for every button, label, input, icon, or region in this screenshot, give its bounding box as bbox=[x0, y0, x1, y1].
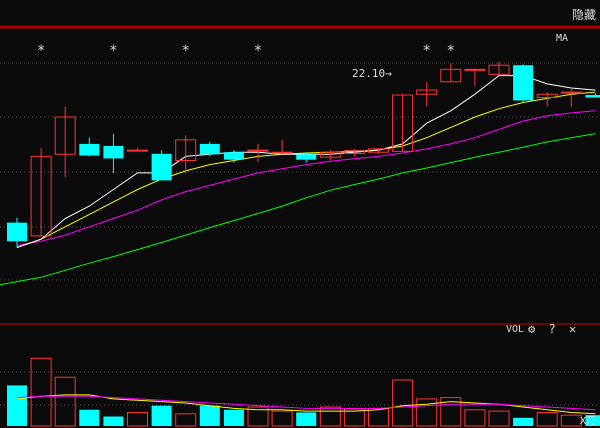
candle-body bbox=[7, 222, 27, 242]
volume-bar bbox=[488, 410, 510, 427]
volume-bar bbox=[319, 406, 341, 427]
candle bbox=[560, 88, 582, 107]
volume-bar bbox=[127, 411, 148, 427]
volume-bar bbox=[103, 416, 124, 426]
volume-bar bbox=[560, 414, 582, 427]
volume-bars bbox=[7, 357, 600, 427]
volume-bar bbox=[368, 407, 389, 427]
candlesticks bbox=[7, 61, 600, 248]
kline-chart[interactable]: * * * * * * bbox=[0, 0, 600, 428]
star-marker: * bbox=[109, 43, 117, 59]
vol-panel-controls: ⚙ ? ✕ bbox=[528, 322, 582, 336]
close-icon[interactable]: ✕ bbox=[569, 322, 576, 336]
candle bbox=[151, 150, 172, 181]
star-marker: * bbox=[254, 43, 262, 59]
ma-indicator-label[interactable]: MA bbox=[556, 33, 568, 44]
volume-bar bbox=[343, 408, 365, 427]
candle-body bbox=[247, 149, 269, 152]
candle bbox=[488, 61, 510, 75]
candle bbox=[54, 106, 76, 178]
volume-bar bbox=[54, 376, 76, 427]
candle bbox=[464, 68, 486, 86]
star-marker: * bbox=[447, 43, 455, 59]
gear-icon[interactable]: ⚙ bbox=[528, 322, 535, 336]
candle-body bbox=[79, 143, 100, 156]
volume-bar bbox=[392, 379, 414, 427]
candle bbox=[175, 135, 197, 173]
candle-body bbox=[103, 146, 124, 159]
candle bbox=[30, 148, 52, 237]
volume-bar bbox=[223, 409, 244, 426]
candle-body bbox=[513, 65, 534, 101]
top-toolbar: 隐藏 bbox=[0, 0, 600, 27]
volume-bar bbox=[464, 409, 486, 427]
candle bbox=[7, 217, 27, 248]
volume-bar bbox=[175, 413, 197, 427]
signal-markers: * * * * * * bbox=[37, 43, 455, 59]
candle-body bbox=[151, 153, 172, 181]
candle-body bbox=[271, 151, 293, 154]
candle-body bbox=[296, 154, 317, 160]
volume-ma2-line bbox=[16, 395, 596, 411]
volume-bar bbox=[30, 357, 52, 427]
candle-body bbox=[223, 152, 244, 160]
volume-bar bbox=[199, 405, 220, 426]
candle bbox=[127, 148, 148, 152]
volume-bar bbox=[7, 385, 27, 426]
vol-indicator-label[interactable]: VOL bbox=[506, 324, 524, 335]
candle bbox=[416, 81, 438, 107]
candle bbox=[513, 64, 534, 103]
grid-lines bbox=[0, 27, 600, 406]
candle-body bbox=[464, 68, 486, 71]
volume-bar bbox=[271, 410, 293, 427]
hide-button[interactable]: 隐藏 bbox=[572, 6, 596, 23]
volume-unit-label: X万 bbox=[580, 416, 597, 427]
candle bbox=[440, 63, 462, 83]
price-marker-label: 22.10→ bbox=[352, 67, 392, 80]
candle bbox=[79, 137, 100, 157]
candle-body bbox=[560, 91, 582, 94]
star-marker: * bbox=[37, 43, 45, 59]
candle bbox=[585, 93, 600, 98]
candle-body bbox=[127, 149, 148, 152]
volume-bar bbox=[513, 417, 534, 426]
candle-body bbox=[585, 95, 600, 98]
question-icon[interactable]: ? bbox=[548, 322, 555, 336]
volume-bar bbox=[296, 412, 317, 426]
moving-average-lines bbox=[0, 75, 596, 286]
candle bbox=[392, 94, 414, 152]
candle bbox=[271, 139, 293, 155]
candle bbox=[103, 133, 124, 173]
candle-body bbox=[199, 143, 220, 155]
ma20-line bbox=[16, 110, 596, 246]
candle bbox=[199, 141, 220, 156]
ma10-line bbox=[16, 91, 596, 248]
volume-bar bbox=[151, 405, 172, 426]
star-marker: * bbox=[181, 43, 189, 59]
star-marker: * bbox=[422, 43, 430, 59]
volume-bar bbox=[79, 409, 100, 426]
volume-bar bbox=[416, 398, 438, 427]
volume-bar bbox=[536, 411, 558, 427]
